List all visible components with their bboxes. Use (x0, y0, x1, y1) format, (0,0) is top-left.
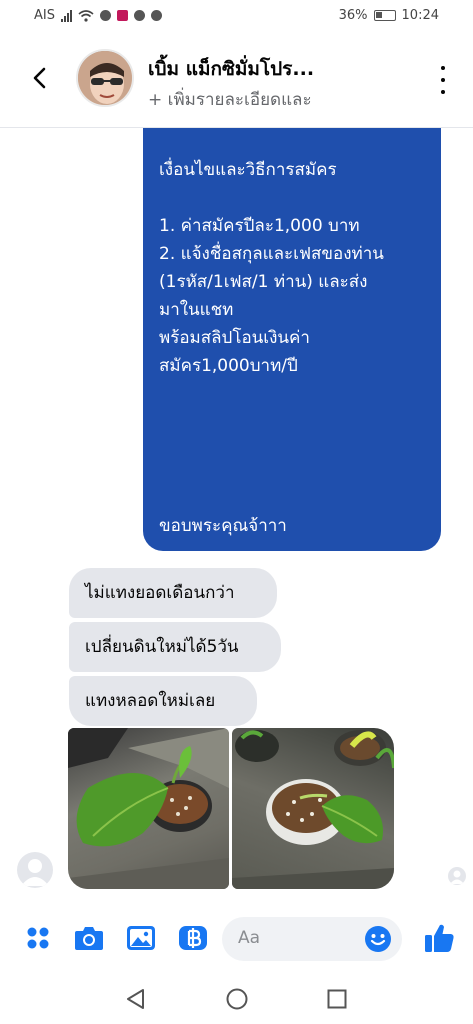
grid-dots-icon (27, 927, 49, 949)
message-line: 2. แจ้งชื่อสกุลและเฟสของท่าน (159, 244, 384, 264)
emoji-button[interactable] (364, 925, 392, 953)
incoming-message-bubble[interactable]: ไม่แทงยอดเดือนกว่า (69, 568, 277, 618)
gallery-button[interactable] (125, 922, 157, 954)
menu-grid-button[interactable] (22, 922, 54, 954)
plant-pot-photo-attachment[interactable] (232, 728, 394, 889)
back-button[interactable] (22, 58, 56, 98)
seen-indicator-avatar (448, 867, 466, 885)
app-notification-icon (116, 10, 128, 21)
clock: 10:24 (401, 8, 439, 23)
message-line: 1. ค่าสมัครปีละ1,000 บาท (159, 216, 360, 236)
message-composer: Aa (0, 905, 473, 973)
plant-photo-attachment[interactable] (68, 728, 229, 889)
default-avatar-icon (21, 859, 49, 886)
message-input[interactable]: Aa (222, 917, 402, 961)
incoming-message-bubble[interactable]: เปลี่ยนดินใหม่ได้5วัน (69, 622, 281, 672)
chevron-left-icon (33, 67, 46, 89)
battery-icon (373, 10, 396, 21)
status-left: AIS (34, 8, 162, 23)
message-line: ขอบพระคุณจ้าาา (159, 516, 287, 536)
square-recents-icon (327, 989, 347, 1009)
plant-photo-image (68, 728, 229, 889)
default-avatar-icon (450, 870, 464, 884)
outgoing-message-bubble[interactable]: เงื่อนไขและวิธีการสมัคร 1. ค่าสมัครปีละ1… (143, 126, 441, 551)
chat-header: เบิ้ม แม็กซิมั่มโปร... + เพิ่มรายละเอียด… (0, 32, 473, 128)
message-line: สมัคร1,000บาท/ปี (159, 356, 298, 376)
dot (441, 90, 445, 94)
facebook-notification-icon (133, 10, 145, 21)
smiley-icon (365, 926, 391, 952)
nav-recents-button[interactable] (325, 987, 349, 1011)
contact-avatar-image (78, 51, 132, 105)
incoming-message-bubble[interactable]: แทงหลอดใหม่เลย (69, 676, 257, 726)
triangle-back-icon (127, 989, 144, 1009)
message-line: เงื่อนไขและวิธีการสมัคร (159, 160, 337, 180)
plant-pot-photo-image (232, 730, 394, 889)
thumbs-up-icon (425, 924, 454, 952)
message-input-placeholder: Aa (238, 928, 261, 948)
dot (441, 78, 445, 82)
message-line: พร้อมสลิปโอนเงินค่า (159, 328, 310, 348)
camera-button[interactable] (73, 922, 105, 954)
signal-icon (60, 9, 72, 22)
image-icon (127, 926, 155, 950)
status-bar: AIS 36% 10:24 (0, 0, 473, 32)
sender-avatar[interactable] (17, 852, 53, 888)
message-line: มาในแชท (159, 300, 234, 320)
payment-button[interactable] (177, 922, 209, 954)
app2-notification-icon (150, 10, 162, 21)
camera-icon (75, 927, 103, 950)
carrier-label: AIS (34, 8, 55, 23)
status-right: 36% 10:24 (339, 8, 439, 23)
nav-back-button[interactable] (124, 987, 148, 1011)
like-button[interactable] (423, 922, 455, 954)
more-options-button[interactable] (433, 66, 453, 94)
nav-home-button[interactable] (225, 987, 249, 1011)
contact-avatar[interactable] (76, 49, 134, 107)
battery-percent: 36% (338, 8, 368, 23)
wifi-icon (78, 9, 94, 22)
contact-name[interactable]: เบิ้ม แม็กซิมั่มโปร... (148, 54, 314, 84)
message-line: (1รหัส/1เฟส/1 ท่าน) และส่ง (159, 272, 368, 292)
messenger-notification-icon (99, 10, 111, 21)
add-details-link[interactable]: + เพิ่มรายละเอียดและ (148, 86, 312, 113)
dot (441, 66, 445, 70)
system-nav-bar (0, 973, 473, 1024)
circle-home-icon (226, 988, 248, 1010)
baht-payment-icon (179, 926, 207, 950)
